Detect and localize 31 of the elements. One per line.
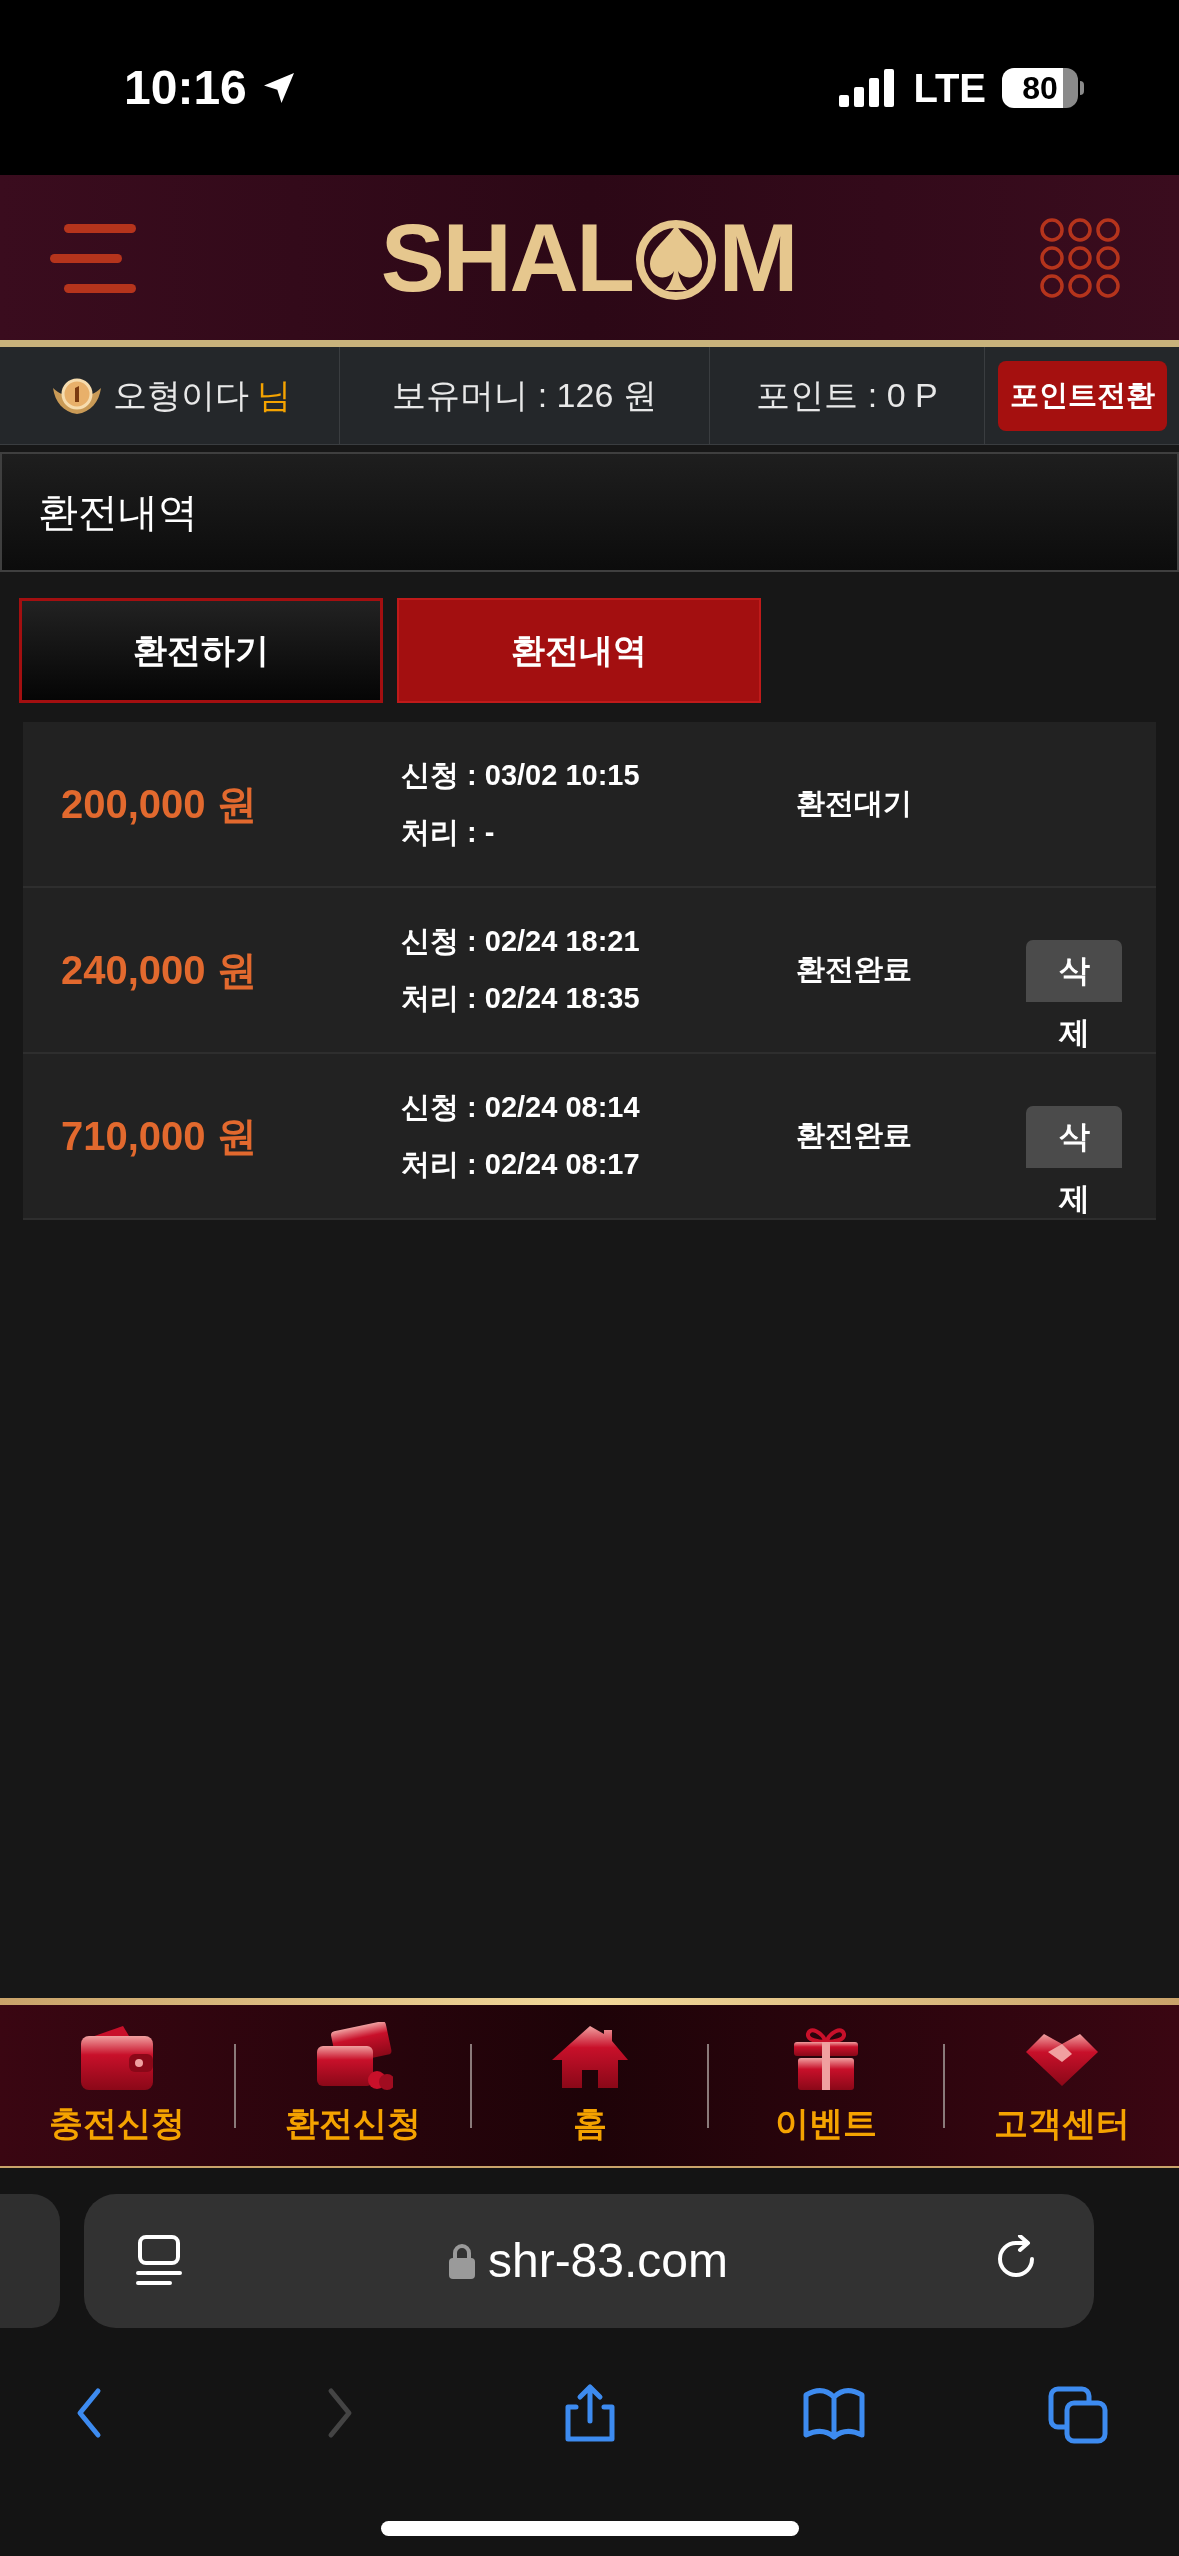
request-date: 신청 : 02/24 08:14 xyxy=(401,1089,641,1125)
amount-text: 200,000 원 xyxy=(60,781,258,828)
network-label: LTE xyxy=(913,64,986,112)
grid-menu-icon[interactable] xyxy=(1039,216,1121,299)
nav-item[interactable]: 홈 xyxy=(572,2098,607,2149)
point-convert-button[interactable]: 포인트전환 xyxy=(997,360,1167,431)
status-text: 환전완료 xyxy=(796,1118,913,1154)
request-date: 신청 : 02/24 18:21 xyxy=(401,923,641,959)
tab[interactable]: 환전내역 xyxy=(397,598,761,703)
lock-icon xyxy=(447,2243,476,2279)
nav-item[interactable]: 고객센터 xyxy=(993,2098,1130,2149)
amount-text: 240,000 원 xyxy=(60,947,258,994)
username: 오형이다 xyxy=(112,375,249,416)
tab[interactable]: 환전하기 xyxy=(19,598,383,703)
processed-date: 처리 : 02/24 08:17 xyxy=(401,1147,641,1182)
nav-item[interactable]: 충전신청 xyxy=(49,2098,186,2149)
request-date: 신청 : 03/02 10:15 xyxy=(401,757,641,793)
amount-text: 710,000 원 xyxy=(60,1113,258,1160)
points-text: 포인트 : 0 P xyxy=(756,375,938,416)
page-title: 환전내역 xyxy=(38,489,198,536)
nav-item[interactable]: 이벤트 xyxy=(774,2098,877,2149)
processed-date: 처리 : 02/24 18:35 xyxy=(401,981,641,1016)
status-time: 10:16 xyxy=(124,59,247,116)
address-bar[interactable]: shr-83.com xyxy=(84,2194,1094,2328)
status-text: 환전완료 xyxy=(796,952,913,988)
balance-text: 보유머니 : 126 원 xyxy=(392,375,657,416)
honorific-label: 님 xyxy=(256,375,291,416)
url-text: shr-83.com xyxy=(487,2233,729,2289)
processed-date: 처리 : - xyxy=(401,815,496,850)
nav-item[interactable]: 환전신청 xyxy=(285,2098,422,2149)
status-text: 환전대기 xyxy=(796,786,913,822)
